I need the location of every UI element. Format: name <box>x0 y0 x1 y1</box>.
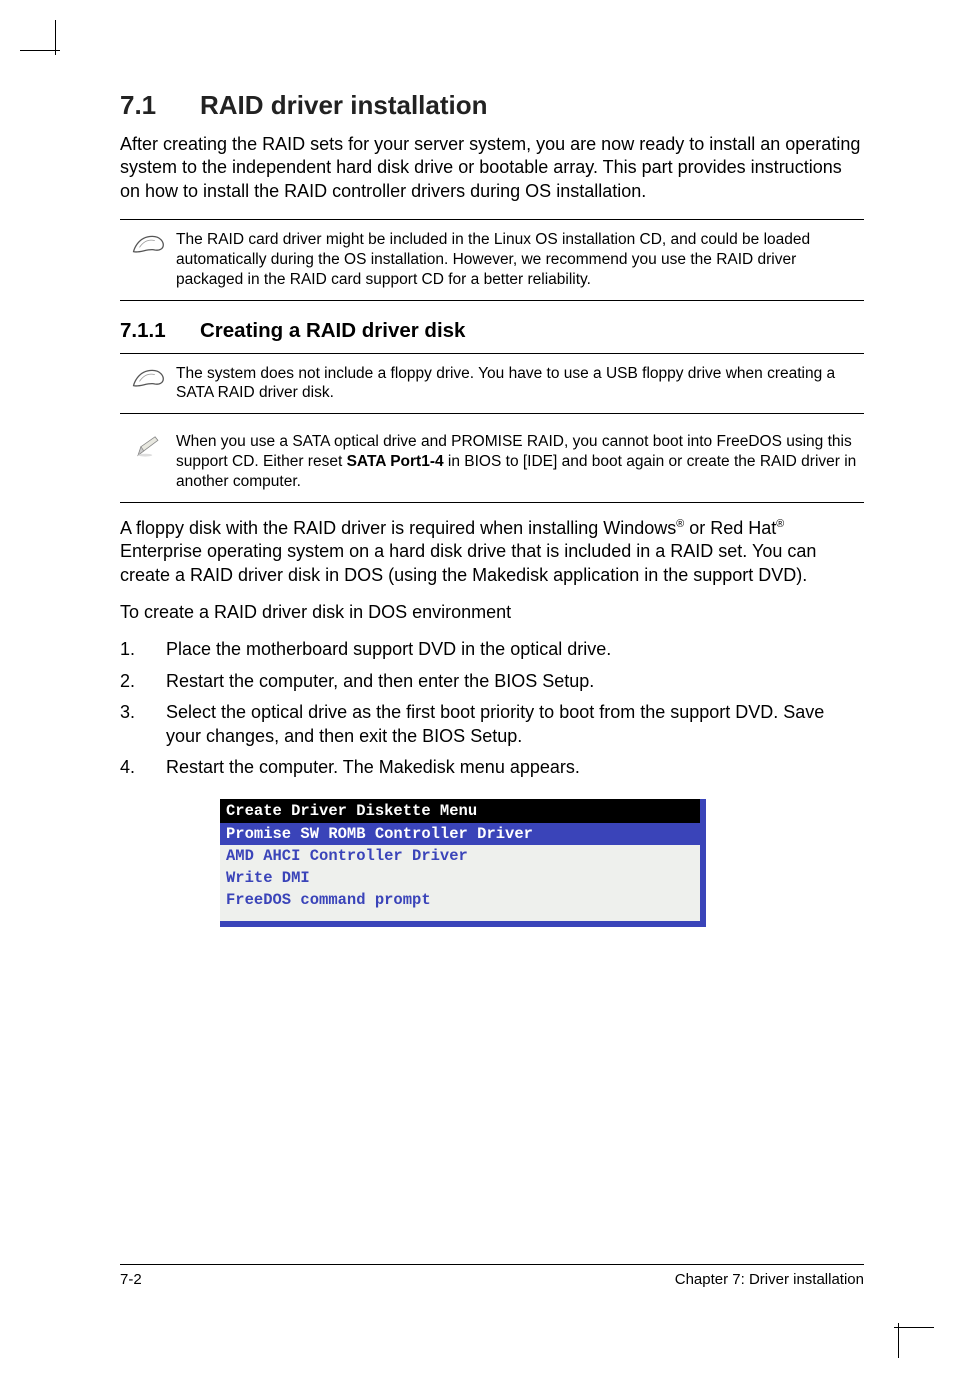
menu-item: FreeDOS command prompt <box>220 889 700 911</box>
page-number: 7-2 <box>120 1271 142 1288</box>
note-text: The RAID card driver might be included i… <box>176 230 864 289</box>
step-text: Restart the computer, and then enter the… <box>166 670 594 693</box>
text-part: Enterprise operating system on a hard di… <box>120 541 816 584</box>
registered-mark: ® <box>776 518 784 530</box>
menu-header: Create Driver Diskette Menu <box>220 799 700 823</box>
list-item: 3.Select the optical drive as the first … <box>120 701 864 748</box>
step-text: Restart the computer. The Makedisk menu … <box>166 756 580 779</box>
list-item: 4.Restart the computer. The Makedisk men… <box>120 756 864 779</box>
menu-item-selected: Promise SW ROMB Controller Driver <box>220 823 700 845</box>
note-text: When you use a SATA optical drive and PR… <box>176 432 864 491</box>
crop-mark <box>898 1323 899 1358</box>
text-part: or Red Hat <box>684 518 776 538</box>
page-content: 7.1RAID driver installation After creati… <box>120 90 864 1288</box>
step-number: 1. <box>120 638 166 661</box>
intro-paragraph: After creating the RAID sets for your se… <box>120 133 864 203</box>
note-text: The system does not include a floppy dri… <box>176 364 864 404</box>
steps-list: 1.Place the motherboard support DVD in t… <box>120 638 864 779</box>
note-block: The RAID card driver might be included i… <box>120 219 864 300</box>
subsection-title-text: Creating a RAID driver disk <box>200 319 465 342</box>
note-icon <box>120 364 176 390</box>
makedisk-menu: Create Driver Diskette Menu Promise SW R… <box>220 799 706 927</box>
crop-mark <box>894 1327 934 1328</box>
section-number: 7.1 <box>120 90 200 121</box>
subsection-heading: 7.1.1Creating a RAID driver disk <box>120 319 864 343</box>
menu-spacer <box>220 911 700 921</box>
pencil-icon <box>120 432 176 458</box>
step-text: Place the motherboard support DVD in the… <box>166 638 611 661</box>
note-block: The system does not include a floppy dri… <box>120 353 864 415</box>
list-item: 1.Place the motherboard support DVD in t… <box>120 638 864 661</box>
page-footer: 7-2 Chapter 7: Driver installation <box>120 1264 864 1288</box>
section-heading: 7.1RAID driver installation <box>120 90 864 121</box>
crop-mark <box>20 50 60 51</box>
menu-item: Write DMI <box>220 867 700 889</box>
body-paragraph: A floppy disk with the RAID driver is re… <box>120 517 864 587</box>
step-number: 2. <box>120 670 166 693</box>
step-number: 3. <box>120 701 166 748</box>
list-item: 2.Restart the computer, and then enter t… <box>120 670 864 693</box>
note-icon <box>120 230 176 256</box>
subsection-number: 7.1.1 <box>120 319 200 343</box>
menu-item: AMD AHCI Controller Driver <box>220 845 700 867</box>
crop-mark <box>55 20 56 55</box>
chapter-label: Chapter 7: Driver installation <box>675 1271 864 1288</box>
step-number: 4. <box>120 756 166 779</box>
body-paragraph: To create a RAID driver disk in DOS envi… <box>120 601 864 624</box>
step-text: Select the optical drive as the first bo… <box>166 701 864 748</box>
section-title-text: RAID driver installation <box>200 90 488 120</box>
note-text-bold: SATA Port1-4 <box>347 453 444 470</box>
note-block: When you use a SATA optical drive and PR… <box>120 428 864 502</box>
text-part: A floppy disk with the RAID driver is re… <box>120 518 676 538</box>
